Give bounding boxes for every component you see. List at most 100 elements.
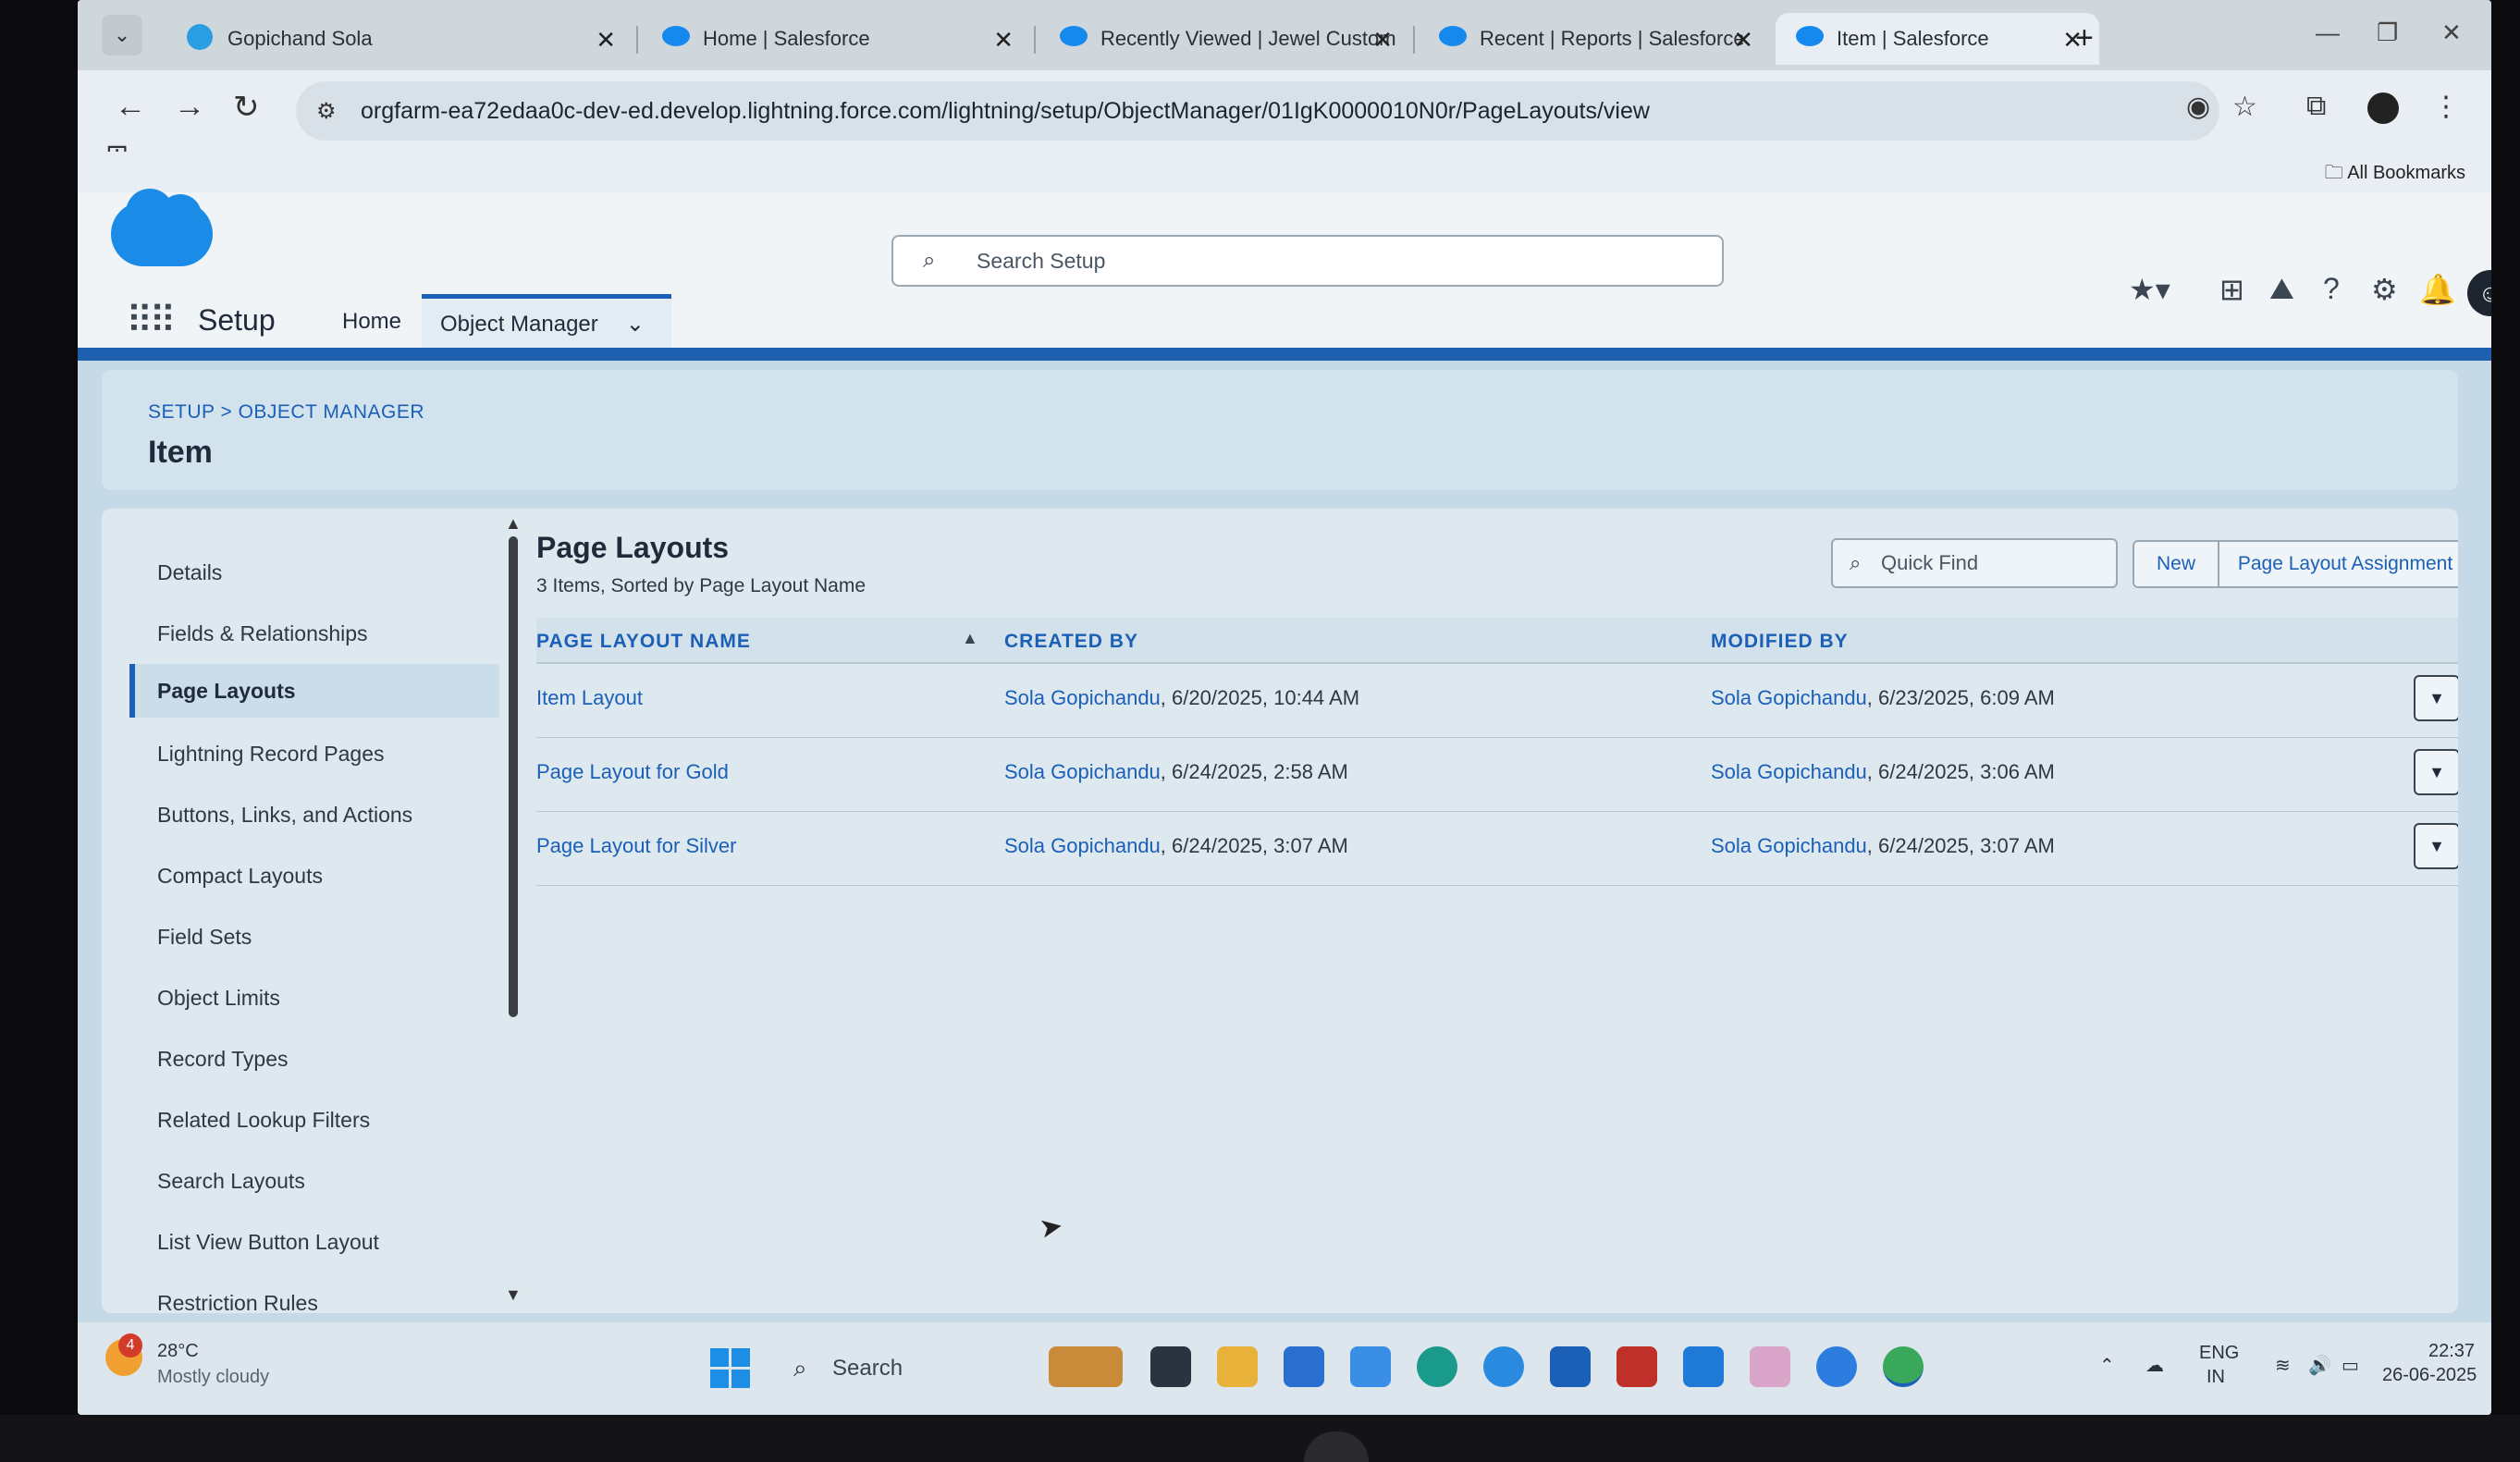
file-explorer-icon[interactable] (1217, 1346, 1258, 1387)
page-layout-link[interactable]: Item Layout (536, 686, 643, 709)
row-actions-dropdown-icon[interactable]: ▼ (2414, 749, 2458, 795)
all-bookmarks-button[interactable]: 🗀 All Bookmarks (2325, 159, 2465, 190)
quick-find-input[interactable]: ⌕ Quick Find (1831, 538, 2118, 588)
mail-app-icon[interactable] (1350, 1346, 1391, 1387)
close-tab-icon[interactable]: ✕ (993, 26, 1014, 55)
minimize-window-icon[interactable]: — (2316, 18, 2340, 47)
salesforce-logo[interactable] (111, 189, 213, 266)
close-tab-icon[interactable]: ✕ (1733, 26, 1753, 55)
sidebar-item-fields-relationships[interactable]: Fields & Relationships (129, 607, 499, 660)
notifications-bell-icon[interactable]: 🔔 (2419, 272, 2456, 307)
sidebar-scrollbar[interactable] (509, 536, 518, 1017)
column-header-page-layout-name[interactable]: PAGE LAYOUT NAME (536, 631, 751, 653)
scroll-up-icon[interactable]: ▲ (505, 514, 522, 534)
reload-icon[interactable]: ↻ (233, 89, 260, 126)
chevron-down-icon[interactable]: ⌄ (626, 311, 645, 338)
wifi-icon[interactable]: ≋ (2275, 1354, 2291, 1377)
vscode-icon[interactable] (1683, 1346, 1724, 1387)
close-tab-icon[interactable]: ✕ (1372, 26, 1393, 55)
browser-menu-icon[interactable]: ⋮ (2432, 91, 2460, 123)
extensions-icon[interactable]: ⧉ (2306, 91, 2326, 122)
clock-time[interactable]: 22:37 (2428, 1341, 2475, 1362)
language-top[interactable]: ENG (2199, 1343, 2239, 1364)
tab-title: Item | Salesforce (1837, 27, 1989, 50)
sidebar-item-compact-layouts[interactable]: Compact Layouts (129, 849, 499, 903)
sidebar-item-buttons-links-actions[interactable]: Buttons, Links, and Actions (129, 788, 499, 842)
url-field[interactable]: ⚙ orgfarm-ea72edaa0c-dev-ed.develop.ligh… (296, 81, 2219, 141)
sidebar-item-record-types[interactable]: Record Types (129, 1032, 499, 1086)
row-actions-dropdown-icon[interactable]: ▼ (2414, 823, 2458, 869)
sidebar-item-restriction-rules[interactable]: Restriction Rules (129, 1276, 499, 1314)
volume-icon[interactable]: 🔊 (2308, 1354, 2331, 1377)
row-actions-dropdown-icon[interactable]: ▼ (2414, 675, 2458, 721)
close-tab-icon[interactable]: ✕ (596, 26, 616, 55)
scroll-down-icon[interactable]: ▼ (505, 1285, 522, 1305)
show-hidden-icons-icon[interactable]: ⌃ (2099, 1354, 2115, 1377)
nav-object-manager[interactable]: Object Manager ⌄ (422, 294, 671, 350)
column-header-modified-by[interactable]: MODIFIED BY (1711, 631, 1849, 653)
sidebar-item-object-limits[interactable]: Object Limits (129, 971, 499, 1025)
clock-date[interactable]: 26-06-2025 (2382, 1365, 2477, 1386)
slack-icon[interactable] (1750, 1346, 1790, 1387)
people-widget-icon[interactable] (1049, 1346, 1123, 1387)
modified-by-link[interactable]: Sola Gopichandu (1711, 834, 1867, 857)
windows-start-icon[interactable] (710, 1348, 751, 1389)
sidebar-item-list-view-button-layout[interactable]: List View Button Layout (129, 1215, 499, 1269)
global-actions-plus-icon[interactable]: ⊞ (2219, 272, 2244, 307)
zoom-icon[interactable] (1816, 1346, 1857, 1387)
site-info-icon[interactable]: ⚙ (316, 98, 337, 125)
sidebar-item-page-layouts[interactable]: Page Layouts (129, 664, 499, 718)
onedrive-cloud-icon[interactable]: ☁ (2145, 1354, 2164, 1377)
taskbar-search-label: Search (832, 1356, 904, 1381)
sidebar-item-search-layouts[interactable]: Search Layouts (129, 1154, 499, 1208)
taskbar-search[interactable]: ⌕ Search (781, 1343, 1058, 1394)
restore-window-icon[interactable]: ❐ (2377, 18, 2398, 47)
profile-avatar[interactable] (2367, 92, 2399, 124)
page-layout-assignment-button[interactable]: Page Layout Assignment (2218, 540, 2458, 588)
sidebar-item-related-lookup-filters[interactable]: Related Lookup Filters (129, 1093, 499, 1147)
new-tab-button[interactable]: + (2075, 20, 2094, 56)
tab-search-menu-icon[interactable]: ⌄ (102, 15, 142, 55)
sidebar-item-lightning-record-pages[interactable]: Lightning Record Pages (129, 727, 499, 780)
microsoft-store-icon[interactable] (1284, 1346, 1324, 1387)
browser-tab-recently-viewed[interactable]: Recently Viewed | Jewel Custom ✕ (1039, 13, 1409, 65)
breadcrumb[interactable]: SETUP > OBJECT MANAGER (148, 401, 424, 424)
created-by-link[interactable]: Sola Gopichandu (1004, 686, 1161, 709)
favorites-star-icon[interactable]: ★▾ (2129, 272, 2170, 307)
outlook-icon[interactable] (1550, 1346, 1591, 1387)
setup-gear-icon[interactable]: ⚙ (2371, 272, 2398, 307)
nav-home[interactable]: Home (342, 309, 401, 335)
close-window-icon[interactable]: ✕ (2441, 18, 2462, 47)
internet-explorer-icon[interactable] (1483, 1346, 1524, 1387)
browser-tab-reports[interactable]: Recent | Reports | Salesforce ✕ (1419, 13, 1770, 65)
mcafee-icon[interactable] (1616, 1346, 1657, 1387)
created-by-link[interactable]: Sola Gopichandu (1004, 834, 1161, 857)
forward-icon[interactable]: → (174, 89, 205, 125)
page-layout-link[interactable]: Page Layout for Silver (536, 834, 736, 857)
weather-badge: 4 (118, 1333, 142, 1358)
battery-icon[interactable]: ▭ (2342, 1354, 2359, 1377)
bookmark-star-icon[interactable]: ☆ (2232, 91, 2257, 123)
sidebar-item-details[interactable]: Details (129, 546, 499, 599)
edge-browser-icon[interactable] (1417, 1346, 1457, 1387)
language-bottom[interactable]: IN (2207, 1367, 2225, 1388)
search-setup-input[interactable]: ⌕ Search Setup (891, 235, 1724, 287)
help-icon[interactable]: ? (2323, 272, 2340, 306)
page-layout-link[interactable]: Page Layout for Gold (536, 760, 729, 783)
modified-by-link[interactable]: Sola Gopichandu (1711, 686, 1867, 709)
sort-ascending-icon[interactable]: ▲ (962, 629, 978, 648)
browser-tab-item-salesforce[interactable]: Item | Salesforce ✕ (1776, 13, 2099, 65)
task-view-icon[interactable] (1150, 1346, 1191, 1387)
new-button[interactable]: New (2133, 540, 2219, 588)
sidebar-item-field-sets[interactable]: Field Sets (129, 910, 499, 964)
back-icon[interactable]: ← (115, 89, 146, 125)
modified-by-link[interactable]: Sola Gopichandu (1711, 760, 1867, 783)
browser-tab-home-salesforce[interactable]: Home | Salesforce ✕ (642, 13, 1030, 65)
browser-tab-telegram[interactable]: Gopichand Sola ✕ (166, 13, 633, 65)
eye-icon[interactable]: ◉ (2186, 91, 2210, 123)
trailhead-icon[interactable]: ⛰ (2269, 272, 2294, 307)
created-by-link[interactable]: Sola Gopichandu (1004, 760, 1161, 783)
app-launcher-icon[interactable]: ⠿⠿ (126, 300, 177, 342)
column-header-created-by[interactable]: CREATED BY (1004, 631, 1138, 653)
chrome-icon[interactable] (1883, 1346, 1924, 1387)
